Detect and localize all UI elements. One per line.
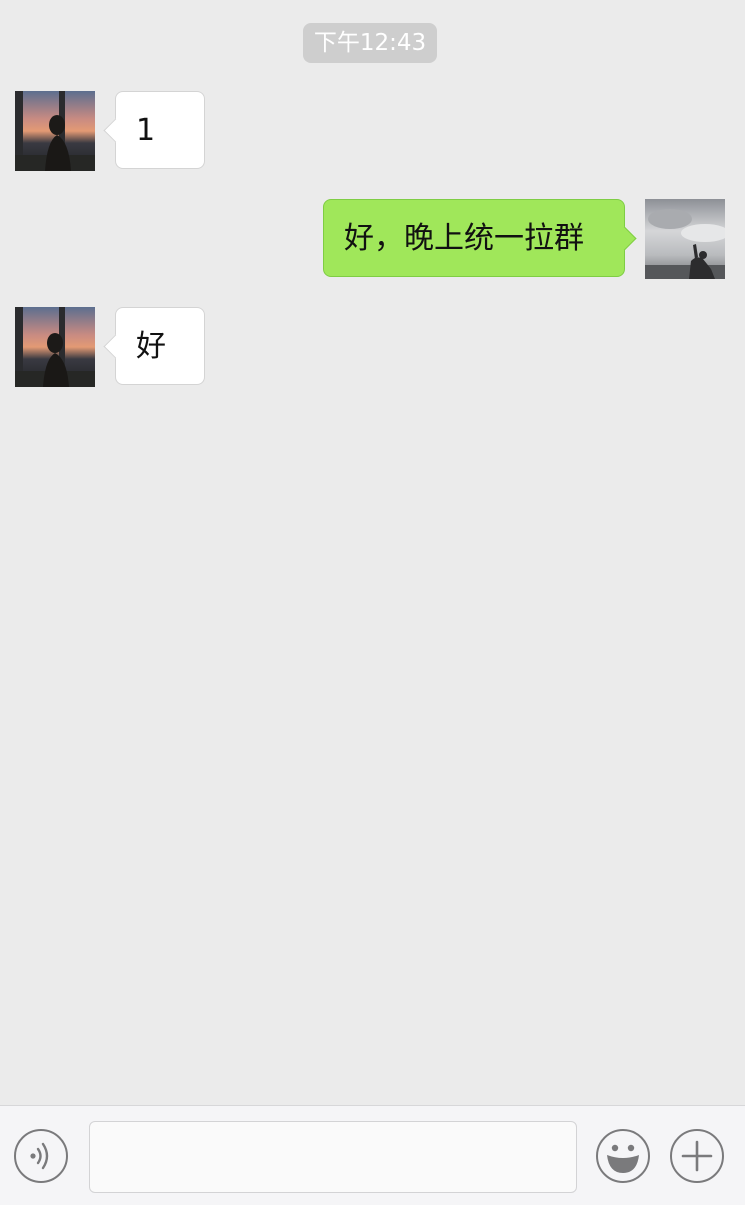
incoming-message-bubble[interactable]: 好 (103, 307, 205, 385)
plus-icon (681, 1140, 713, 1172)
message-input[interactable] (89, 1121, 577, 1193)
voice-button[interactable] (14, 1129, 68, 1183)
self-avatar[interactable] (645, 199, 725, 279)
bubble-tail (103, 118, 128, 143)
more-button[interactable] (670, 1129, 724, 1183)
message-text: 好 (136, 329, 166, 364)
timestamp-badge: 下午12:43 (303, 23, 437, 63)
outgoing-message-bubble[interactable]: 好，晚上统一拉群 (323, 199, 637, 277)
input-toolbar (0, 1105, 745, 1205)
incoming-message-bubble[interactable]: 1 (103, 91, 205, 169)
voice-icon (30, 1142, 49, 1170)
bubble-tail (612, 226, 637, 251)
message-text: 好，晚上统一拉群 (344, 221, 584, 256)
emoji-icon (607, 1144, 639, 1173)
chat-area[interactable]: 下午12:43 1 好，晚上统一拉群 好 (0, 0, 745, 1105)
contact-avatar[interactable] (15, 91, 95, 171)
bubble-tail (103, 334, 128, 359)
contact-avatar[interactable] (15, 307, 95, 387)
message-text: 1 (136, 113, 156, 148)
emoji-button[interactable] (596, 1129, 650, 1183)
